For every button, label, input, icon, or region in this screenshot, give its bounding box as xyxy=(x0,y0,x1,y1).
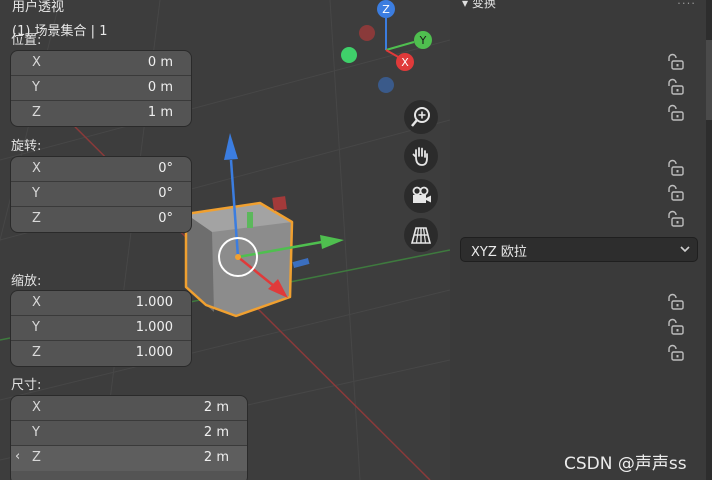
field-value: 0 m xyxy=(147,55,173,70)
rotation-mode-value: XYZ 欧拉 xyxy=(471,245,527,260)
lock-location-z-icon[interactable] xyxy=(666,104,686,122)
lock-location-y-icon[interactable] xyxy=(666,78,686,96)
axis-label: X xyxy=(32,295,41,310)
panel-title: ▾ 变换 xyxy=(462,0,496,10)
axis-label: X xyxy=(32,400,41,415)
scale-y-field[interactable]: Y 1.000 xyxy=(11,316,191,341)
field-value: 0° xyxy=(158,186,173,201)
field-value: 0° xyxy=(158,211,173,226)
x-plane-handle[interactable] xyxy=(272,196,287,211)
axis-label: Z xyxy=(32,450,41,465)
field-value: 0 m xyxy=(147,80,173,95)
field-value: 1.000 xyxy=(135,295,173,310)
gizmo-y-label: Y xyxy=(419,34,427,47)
pan-button[interactable] xyxy=(404,139,438,173)
watermark: CSDN @声声ss xyxy=(564,454,687,474)
scale-fields: X 1.000 Y 1.000 Z 1.000 xyxy=(10,290,192,367)
field-value: 2 m xyxy=(203,425,229,440)
field-value: 1.000 xyxy=(135,345,173,360)
field-value: 1.000 xyxy=(135,320,173,335)
lock-scale-y-icon[interactable] xyxy=(666,318,686,336)
camera-view-button[interactable] xyxy=(404,179,438,213)
rotation-label: 旋转: xyxy=(11,139,42,154)
dimensions-z-field[interactable]: ‹ Z 2 m xyxy=(11,446,247,471)
axis-label: Y xyxy=(32,186,40,201)
hand-icon xyxy=(412,147,428,166)
axis-label: Y xyxy=(32,320,40,335)
gizmo-z-label: Z xyxy=(382,3,390,16)
location-x-field[interactable]: X 0 m xyxy=(11,51,191,76)
axis-label: Z xyxy=(32,345,41,360)
zoom-icon xyxy=(411,107,430,127)
neg-y-handle[interactable] xyxy=(341,47,357,63)
field-value: 2 m xyxy=(203,450,229,465)
axis-label: X xyxy=(32,55,41,70)
lock-rotation-x-icon[interactable] xyxy=(666,159,686,177)
lock-rotation-y-icon[interactable] xyxy=(666,184,686,202)
axis-label: Z xyxy=(32,211,41,226)
decrement-arrow-icon[interactable]: ‹ xyxy=(15,449,20,464)
navigation-gizmo[interactable]: Z Y X xyxy=(341,0,432,93)
grid-icon xyxy=(410,227,432,244)
lock-scale-x-icon[interactable] xyxy=(666,293,686,311)
neg-z-handle[interactable] xyxy=(378,77,394,93)
axis-label: Z xyxy=(32,105,41,120)
panel-resize-edge[interactable] xyxy=(706,40,712,120)
drag-handle-icon[interactable]: :::: xyxy=(677,0,696,7)
scale-label: 缩放: xyxy=(11,274,42,289)
chevron-down-icon xyxy=(680,246,690,253)
axis-label: Y xyxy=(32,80,40,95)
location-fields: X 0 m Y 0 m Z 1 m xyxy=(10,50,192,127)
zoom-button[interactable] xyxy=(404,100,438,134)
scale-x-field[interactable]: X 1.000 xyxy=(11,291,191,316)
rotation-x-field[interactable]: X 0° xyxy=(11,157,191,182)
lock-scale-z-icon[interactable] xyxy=(666,344,686,362)
rotation-fields: X 0° Y 0° Z 0° xyxy=(10,156,192,233)
dimensions-label: 尺寸: xyxy=(11,378,42,393)
axis-label: Y xyxy=(32,425,40,440)
location-y-field[interactable]: Y 0 m xyxy=(11,76,191,101)
field-value: 2 m xyxy=(203,400,229,415)
lock-rotation-z-icon[interactable] xyxy=(666,210,686,228)
y-plane-handle[interactable] xyxy=(247,212,253,228)
location-label: 位置: xyxy=(11,33,42,48)
rotation-mode-dropdown[interactable]: XYZ 欧拉 xyxy=(460,237,698,262)
location-z-field[interactable]: Z 1 m xyxy=(11,101,191,126)
scale-z-field[interactable]: Z 1.000 xyxy=(11,341,191,366)
field-value: 0° xyxy=(158,161,173,176)
transform-panel-header[interactable]: ▾ 变换 :::: xyxy=(450,0,706,12)
z-plane-handle[interactable] xyxy=(292,258,310,268)
view-name: 用户透视 xyxy=(12,0,65,15)
gizmo-x-label: X xyxy=(401,56,409,69)
rotation-z-field[interactable]: Z 0° xyxy=(11,207,191,232)
dimensions-fields: X 2 m Y 2 m ‹ Z 2 m xyxy=(10,395,248,480)
neg-x-handle[interactable] xyxy=(359,25,375,41)
rotation-y-field[interactable]: Y 0° xyxy=(11,182,191,207)
dimensions-x-field[interactable]: X 2 m xyxy=(11,396,247,421)
dimensions-y-field[interactable]: Y 2 m xyxy=(11,421,247,446)
axis-label: X xyxy=(32,161,41,176)
perspective-toggle-button[interactable] xyxy=(404,218,438,252)
camera-icon xyxy=(412,186,431,203)
lock-location-x-icon[interactable] xyxy=(666,53,686,71)
field-value: 1 m xyxy=(147,105,173,120)
